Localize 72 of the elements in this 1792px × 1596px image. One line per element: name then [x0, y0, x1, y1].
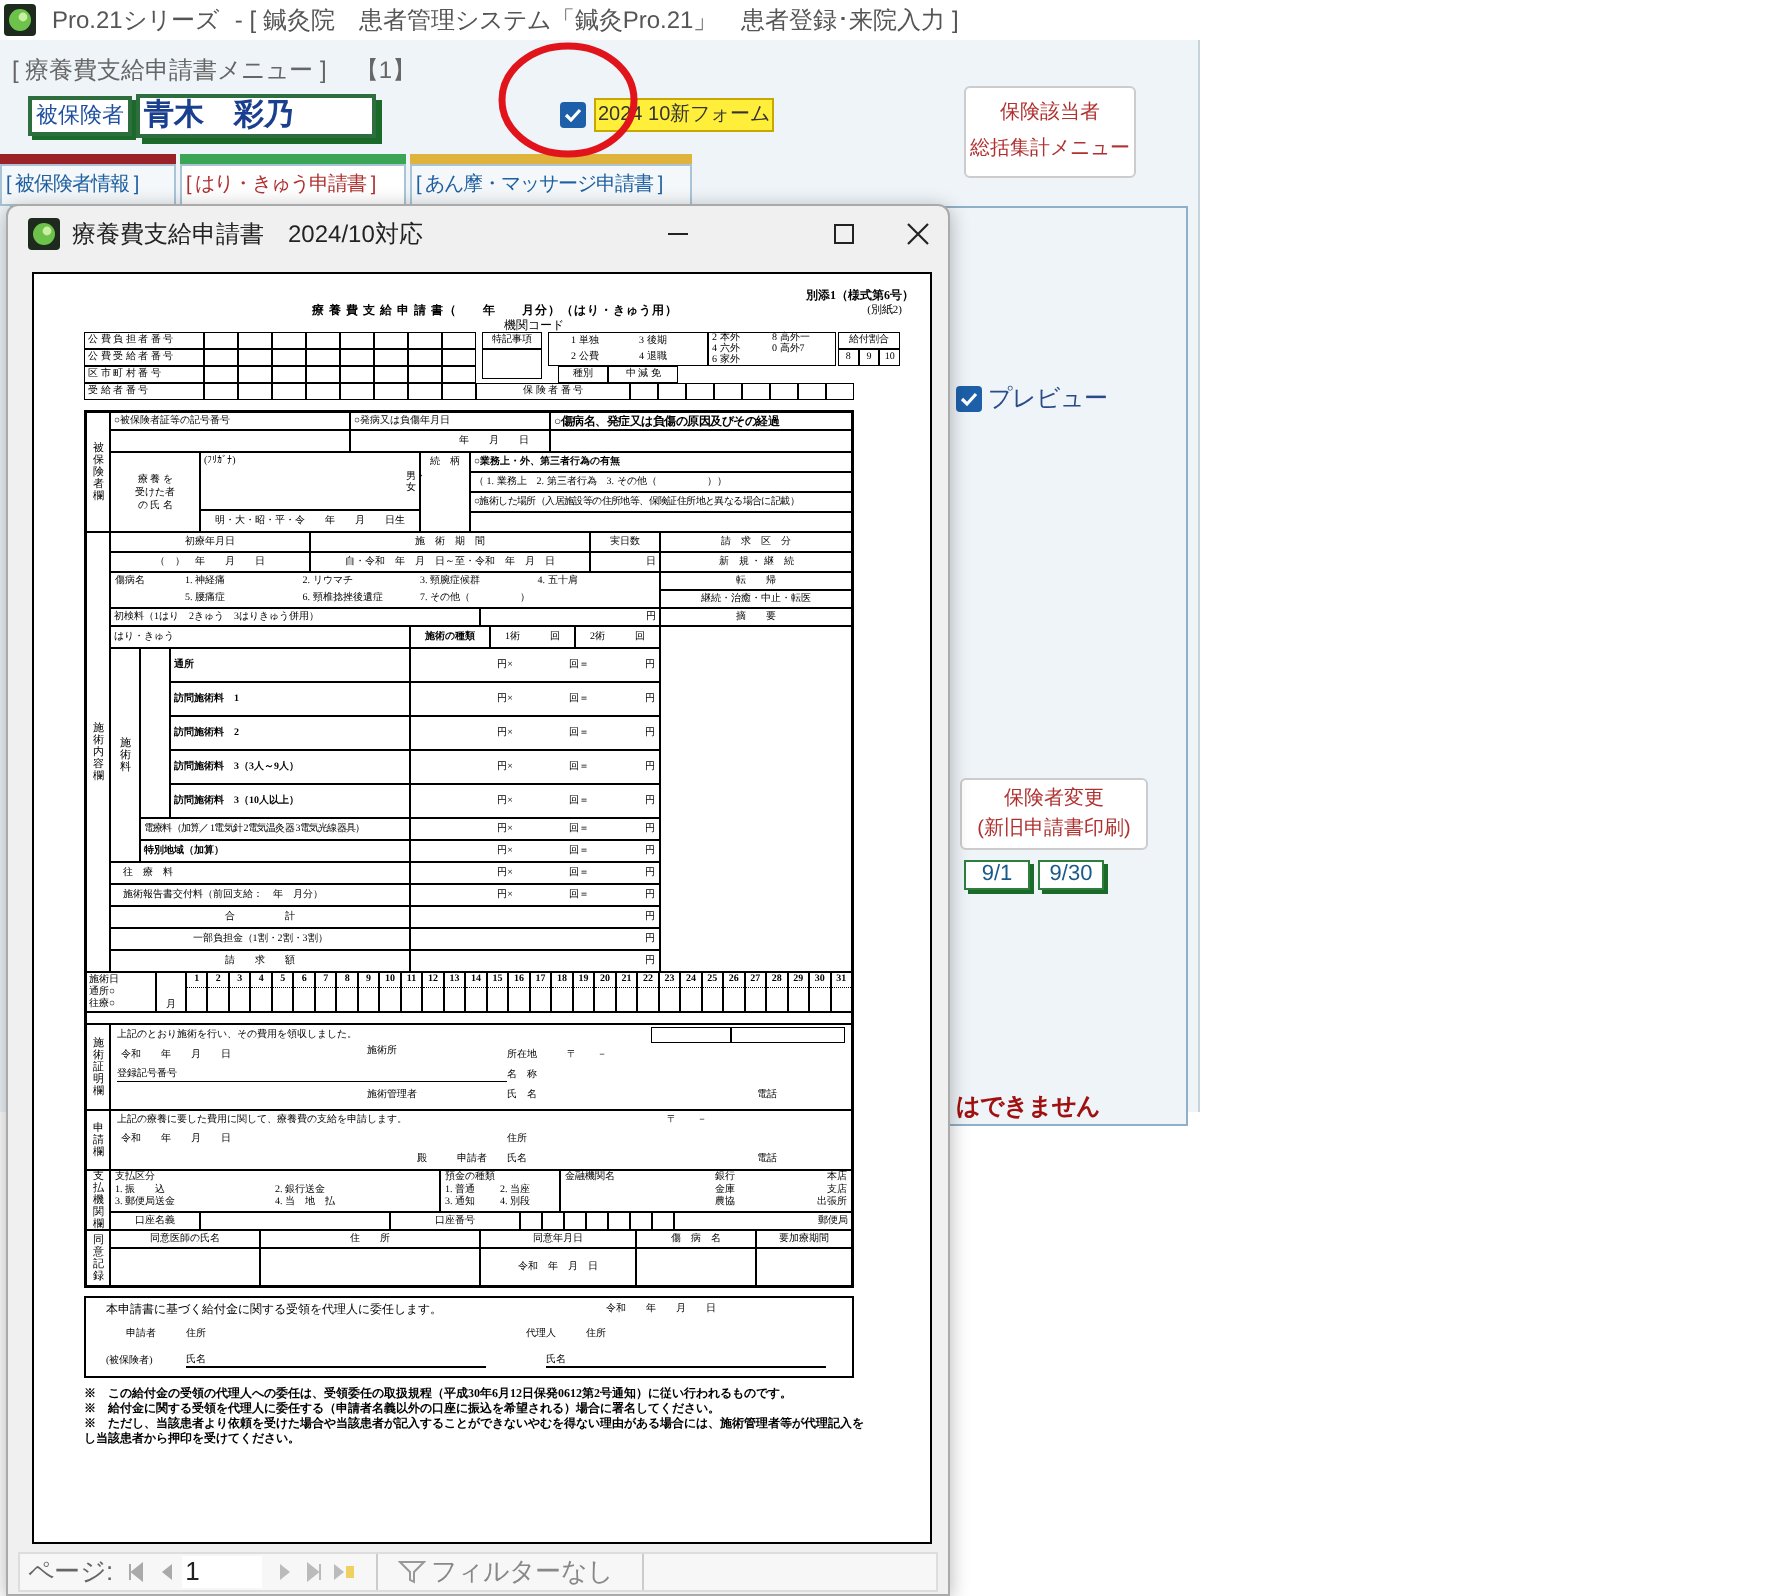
new-record-icon	[331, 1562, 356, 1582]
form-cell	[408, 349, 442, 366]
form-cell	[238, 366, 272, 383]
form-cell	[686, 383, 714, 400]
form-cell	[306, 349, 340, 366]
filter-icon	[397, 1560, 426, 1584]
checkbox[interactable]	[560, 102, 586, 128]
form-cell	[770, 383, 798, 400]
form-cell	[374, 332, 408, 349]
form-cell	[408, 332, 442, 349]
form-cell	[272, 383, 306, 400]
summary-menu-button[interactable]: 保険該当者 総括集計メニュー	[964, 86, 1136, 178]
form-cell	[238, 349, 272, 366]
form-cell	[374, 383, 408, 400]
form-cell	[340, 383, 374, 400]
form-cell	[204, 349, 238, 366]
insured-label: 被保険者	[28, 95, 132, 135]
first-page-icon	[125, 1562, 146, 1582]
form-cell	[374, 349, 408, 366]
form-cell	[306, 383, 340, 400]
form-cell	[482, 349, 542, 379]
previous-page-icon	[157, 1562, 174, 1582]
form-cell	[340, 332, 374, 349]
form-cell	[204, 383, 238, 400]
form-cell	[826, 383, 854, 400]
insurer-change-button[interactable]: 保険者変更 (新旧申請書印刷)	[960, 778, 1148, 850]
form-cell	[238, 383, 272, 400]
form-cell	[306, 332, 340, 349]
form-cell	[798, 383, 826, 400]
window-caption: - [ 鍼灸院 患者管理システム「鍼灸Pro.21」 患者登録･来院入力 ]	[234, 4, 959, 38]
app-logo-icon	[28, 218, 60, 250]
form-cell	[630, 383, 658, 400]
page-number-field[interactable]: 1	[181, 1556, 262, 1588]
page-marker: 【1】	[354, 54, 417, 88]
form-cell	[714, 383, 742, 400]
date-button[interactable]: 9/30	[1038, 860, 1104, 890]
menu-title: [ 療養費支給申請書メニュー ]	[12, 54, 327, 88]
dialog-title: 療養費支給申請書 2024/10対応	[72, 218, 423, 252]
checkbox[interactable]	[956, 385, 982, 411]
next-page-icon	[277, 1562, 294, 1582]
form-cell	[442, 349, 476, 366]
filter-status[interactable]: フィルターなし	[431, 1552, 614, 1592]
form-cell	[442, 332, 476, 349]
maximize-icon	[832, 222, 856, 246]
app-logo-icon	[4, 4, 36, 36]
date-button[interactable]: 9/1	[964, 860, 1030, 890]
form-cell	[340, 366, 374, 383]
last-page-icon	[303, 1562, 324, 1582]
form-cell	[272, 349, 306, 366]
form-cell	[272, 332, 306, 349]
form-cell	[374, 366, 408, 383]
tab[interactable]: [ はり・きゅう申請書 ]	[180, 164, 406, 206]
form-cell	[408, 366, 442, 383]
form-cell	[272, 366, 306, 383]
close-icon	[906, 222, 930, 246]
preview-label: プレビュー	[988, 382, 1108, 416]
form-cell	[340, 349, 374, 366]
form-cell	[238, 332, 272, 349]
page-label: ページ:	[28, 1554, 114, 1591]
tab[interactable]: [ あん摩・マッサージ申請書 ]	[410, 164, 692, 206]
form-cell	[742, 383, 770, 400]
annotation-circle	[496, 40, 640, 160]
app-title: Pro.21シリーズ	[52, 4, 219, 38]
warning-text: はできません	[956, 1090, 1100, 1124]
form-cell	[408, 383, 442, 400]
form-cell	[658, 383, 686, 400]
form-cell	[306, 366, 340, 383]
form-cell	[442, 366, 476, 383]
form-cell	[442, 383, 476, 400]
tab[interactable]: [ 被保険者情報 ]	[0, 164, 176, 206]
form-cell	[204, 366, 238, 383]
form-cell	[204, 332, 238, 349]
